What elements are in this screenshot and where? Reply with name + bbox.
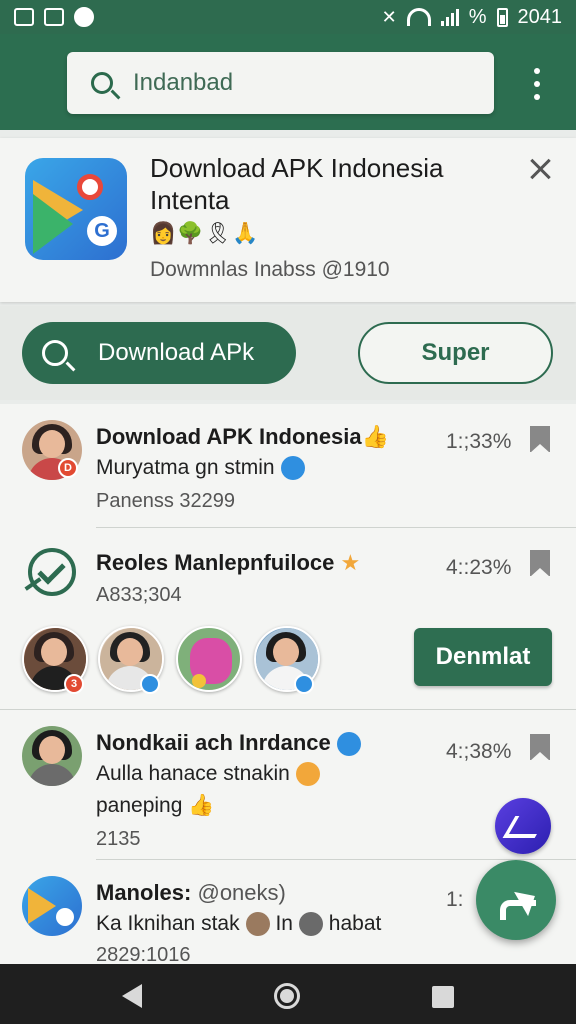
item-subtitle-mid: In	[275, 912, 293, 935]
messenger-icon[interactable]	[495, 798, 551, 854]
banner-emojis: 👩🌳🎗🙏	[150, 222, 260, 245]
app-header: Indanbad	[0, 34, 576, 130]
status-bar: ✕ % 2041	[0, 0, 576, 34]
item-meta: 2135	[96, 828, 141, 850]
download-apk-button[interactable]: Download APk	[22, 322, 296, 384]
action-bar: Download APk Super	[0, 306, 576, 400]
verified-check-icon	[28, 548, 76, 596]
item-subtitle-end: habat	[328, 912, 382, 935]
item-subtitle: Ka Iknihan stak	[96, 912, 240, 935]
item-percent: 1:;33%	[446, 430, 512, 453]
chat-badge	[140, 674, 160, 694]
list-item[interactable]: Reoles Manlepnfuiloce ★ A833;304 4::23% …	[0, 528, 576, 710]
image-notification-icon	[44, 8, 64, 26]
recents-icon[interactable]	[432, 986, 454, 1008]
item-title: Reoles Manlepnfuiloce	[96, 550, 335, 575]
signal-icon	[440, 8, 459, 26]
search-icon	[91, 72, 113, 94]
app-avatar	[22, 876, 82, 936]
item-subtitle: A833;304	[96, 584, 182, 606]
item-subtitle-2: paneping	[96, 794, 183, 817]
bookmark-icon[interactable]	[530, 550, 550, 577]
search-icon	[42, 340, 68, 366]
avatar-icon	[298, 912, 323, 937]
home-icon[interactable]	[274, 983, 300, 1009]
bookmark-icon[interactable]	[530, 426, 550, 453]
download-button[interactable]: Denmlat	[414, 628, 552, 686]
search-query: Indanbad	[133, 69, 234, 96]
more-options-icon[interactable]	[532, 68, 542, 100]
back-icon[interactable]	[122, 984, 142, 1008]
item-percent: 4:;38%	[446, 740, 512, 763]
notification-badge: D	[58, 458, 78, 478]
banner-title: Download APK Indonesia Intenta	[150, 153, 444, 215]
star-icon: ★	[340, 550, 361, 575]
avatar-icon	[245, 912, 270, 937]
chat-icon	[336, 732, 361, 757]
item-title: Download APK Indonesia	[96, 424, 362, 449]
chat-icon	[280, 456, 305, 481]
avatar	[22, 726, 82, 786]
item-title: Nondkaii ach Inrdance	[96, 730, 331, 755]
avatar[interactable]	[176, 626, 242, 692]
battery-percent: %	[468, 5, 487, 28]
search-input[interactable]: Indanbad	[67, 52, 494, 114]
list-item[interactable]: Nondkaii ach Inrdance Aulla hanace stnak…	[0, 710, 576, 860]
item-subtitle: Muryatma gn stmin	[96, 456, 275, 479]
item-meta: Panenss 32299	[96, 490, 236, 512]
download-apk-label: Download APk	[98, 339, 255, 366]
item-handle: @oneks)	[197, 880, 286, 905]
emoji-icon	[295, 762, 320, 787]
gallery-notification-icon	[14, 8, 34, 26]
mute-icon: ✕	[381, 6, 397, 27]
item-percent: 4::23%	[446, 556, 512, 579]
clock: 2041	[517, 5, 563, 28]
bookmark-icon[interactable]	[530, 734, 550, 761]
item-meta: 2829:1016	[96, 944, 191, 964]
item-percent: 1:	[446, 888, 464, 911]
compass-notification-icon	[74, 7, 94, 27]
chat-badge	[294, 674, 314, 694]
share-fab-button[interactable]	[476, 860, 556, 940]
super-button[interactable]: Super	[358, 322, 553, 384]
item-subtitle: Aulla hanace stnakin	[96, 762, 290, 785]
item-title: Manoles:	[96, 880, 192, 905]
battery-icon	[496, 7, 508, 27]
app-logo[interactable]: G	[25, 158, 127, 260]
navigation-bar	[0, 964, 576, 1024]
wifi-icon	[406, 8, 431, 26]
thumbs-up-emoji: 👍	[361, 424, 390, 449]
banner-subtitle: Dowmnlas Inabss @1910	[150, 258, 390, 281]
close-icon[interactable]	[528, 156, 554, 182]
super-label: Super	[421, 339, 490, 366]
download-button-label: Denmlat	[435, 643, 531, 670]
list-item[interactable]: D Download APK Indonesia👍 Muryatma gn st…	[0, 404, 576, 528]
notification-badge: 3	[64, 674, 84, 694]
thumbs-up-emoji: 👍	[188, 794, 215, 817]
